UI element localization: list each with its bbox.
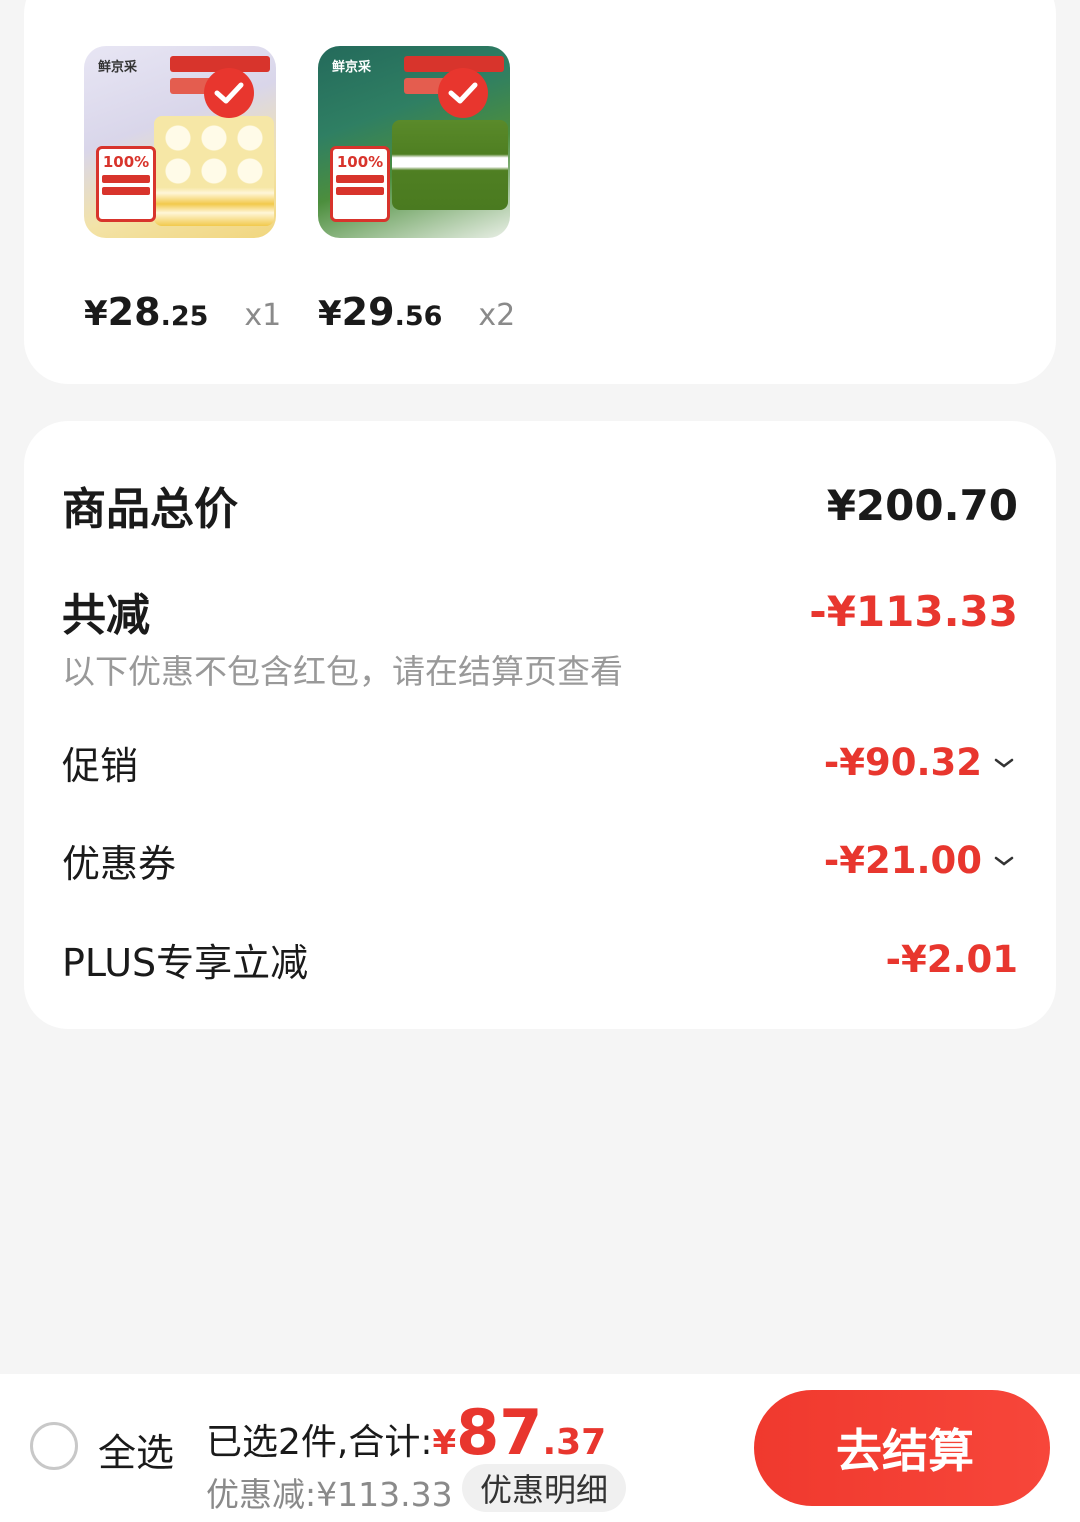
product-quantity: x2 [478,298,516,333]
coupon-label: 优惠券 [62,842,177,886]
product-price: ¥ 28 .25 x1 [84,290,282,334]
coupon-row[interactable]: 优惠券 -¥21.00 [62,833,1018,888]
product-image[interactable]: 鲜京采 100% [318,46,510,238]
badge-strip [102,175,150,183]
badge-strip [336,187,384,195]
badge-strip [336,175,384,183]
select-all-radio[interactable] [30,1422,78,1470]
total-price-label: 商品总价 [62,484,238,535]
price-decimal: .25 [160,301,209,332]
product-quantity: x1 [244,298,282,333]
total-decimal: .37 [542,1422,607,1463]
total-price-row: 商品总价 ¥200.70 [62,473,1018,537]
badge-strip [102,187,150,195]
checkmark-icon[interactable] [438,68,488,118]
plus-discount-row: PLUS专享立减 -¥2.01 [62,932,1018,987]
product-price: ¥ 29 .56 x2 [318,290,516,334]
discount-detail-button[interactable]: 优惠明细 [462,1464,627,1512]
selected-total-label: 已选2件,合计: [206,1422,433,1463]
chevron-down-icon[interactable] [990,851,1018,871]
brand-logo: 鲜京采 [332,60,372,75]
product-item[interactable]: 鲜京采 100% ¥ 29 .56 x2 [318,46,516,334]
coupon-value-wrap[interactable]: -¥21.00 [824,839,1018,882]
brand-logo: 鲜京采 [98,60,138,75]
promotion-value: -¥90.32 [823,741,982,784]
select-all-label[interactable]: 全选 [98,1422,174,1477]
total-discount-row: 共减 -¥113.33 [62,579,1018,643]
total-discount-value: -¥113.33 [809,586,1018,636]
cake-image [154,116,274,226]
total-price-value: ¥200.70 [826,480,1018,530]
selected-total: 已选2件,合计: ¥ 87 .37 [206,1396,606,1469]
total-integer: 87 [456,1396,543,1469]
badge-text: 100% [336,153,384,171]
total-currency: ¥ [432,1423,457,1463]
checkout-button[interactable]: 去结算 [754,1390,1050,1506]
total-discount-label: 共减 [62,590,150,641]
product-item[interactable]: 鲜京采 100% ¥ 28 .25 x1 [84,46,282,334]
price-currency: ¥ [84,294,108,334]
promotion-label: 促销 [62,744,139,788]
discount-note: 以下优惠不包含红包，请在结算页查看 [62,652,623,691]
quality-badge: 100% [330,146,390,222]
badge-text: 100% [102,153,150,171]
price-summary-card: 商品总价 ¥200.70 共减 -¥113.33 以下优惠不包含红包，请在结算页… [24,421,1056,1029]
product-image[interactable]: 鲜京采 100% [84,46,276,238]
coupon-value: -¥21.00 [823,839,982,882]
promotion-row[interactable]: 促销 -¥90.32 [62,735,1018,790]
checkmark-icon[interactable] [204,68,254,118]
price-decimal: .56 [394,301,443,332]
product-card: 鲜京采 100% ¥ 28 .25 x1 鲜京采 100% ¥ 29 .56 x… [24,0,1056,384]
chevron-down-icon[interactable] [990,753,1018,773]
promotion-value-wrap[interactable]: -¥90.32 [824,741,1018,784]
price-currency: ¥ [318,294,342,334]
plus-discount-label: PLUS专享立减 [62,941,309,985]
plus-discount-value: -¥2.01 [885,938,1018,981]
quality-badge: 100% [96,146,156,222]
checkout-bar: 全选 已选2件,合计: ¥ 87 .37 优惠减:¥113.33 优惠明细 去结… [0,1374,1080,1522]
price-integer: 28 [107,290,161,334]
price-integer: 29 [341,290,395,334]
cake-image [392,120,508,210]
discount-summary: 优惠减:¥113.33 [206,1475,453,1514]
